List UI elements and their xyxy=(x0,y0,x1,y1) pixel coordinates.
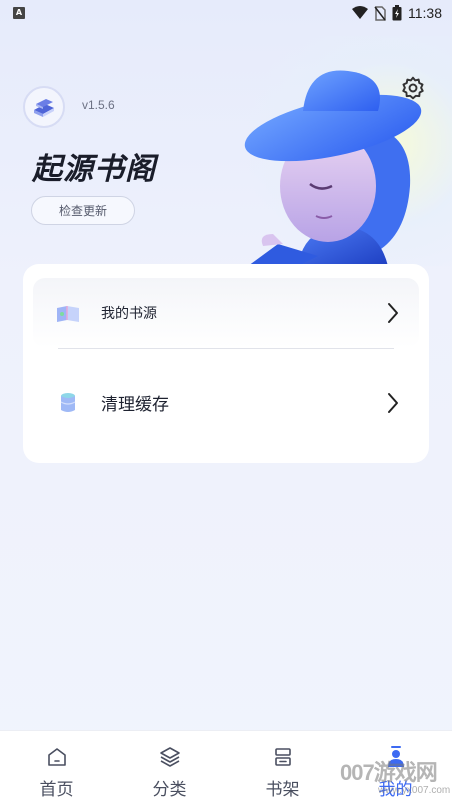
chevron-right-icon xyxy=(388,393,398,413)
nav-label: 分类 xyxy=(152,780,187,800)
check-update-button[interactable]: 检查更新 xyxy=(31,196,135,225)
menu-item-label: 清理缓存 xyxy=(101,395,169,415)
wifi-icon xyxy=(352,6,368,19)
status-icons: 11:38 xyxy=(352,5,442,21)
no-sim-icon xyxy=(374,5,386,21)
menu-item-book-source[interactable]: 我的书源 xyxy=(33,278,419,348)
status-bar: A 11:38 xyxy=(0,0,452,26)
status-time: 11:38 xyxy=(408,5,442,21)
book-stack-icon xyxy=(34,99,54,117)
menu-divider xyxy=(58,348,394,349)
watermark-url: www.yx007.com xyxy=(378,785,451,796)
app-title: 起源书阁 xyxy=(32,152,156,187)
watermark: 007游戏网 xyxy=(340,760,438,785)
app-version: v1.5.6 xyxy=(82,98,115,112)
layers-icon xyxy=(159,747,180,767)
home-icon xyxy=(47,748,66,766)
nav-label: 书架 xyxy=(265,780,300,800)
menu-item-clear-cache[interactable]: 清理缓存 xyxy=(33,368,419,438)
nav-label: 首页 xyxy=(39,780,74,800)
chevron-right-icon xyxy=(388,303,398,323)
book-source-icon xyxy=(57,306,79,322)
bookshelf-icon xyxy=(274,748,291,766)
app-logo xyxy=(23,86,65,128)
nav-item-bookshelf[interactable]: 书架 xyxy=(226,731,339,803)
nav-item-home[interactable]: 首页 xyxy=(0,731,113,803)
gear-icon[interactable] xyxy=(400,75,426,101)
battery-charging-icon xyxy=(392,5,402,21)
nav-item-category[interactable]: 分类 xyxy=(113,731,226,803)
app-notification-icon: A xyxy=(13,7,25,19)
menu-card: 我的书源 清理缓存 xyxy=(23,264,429,463)
menu-item-label: 我的书源 xyxy=(101,306,157,322)
mascot-illustration xyxy=(244,70,422,266)
clear-cache-icon xyxy=(60,393,76,412)
profile-header: v1.5.6 起源书阁 检查更新 xyxy=(0,26,452,266)
